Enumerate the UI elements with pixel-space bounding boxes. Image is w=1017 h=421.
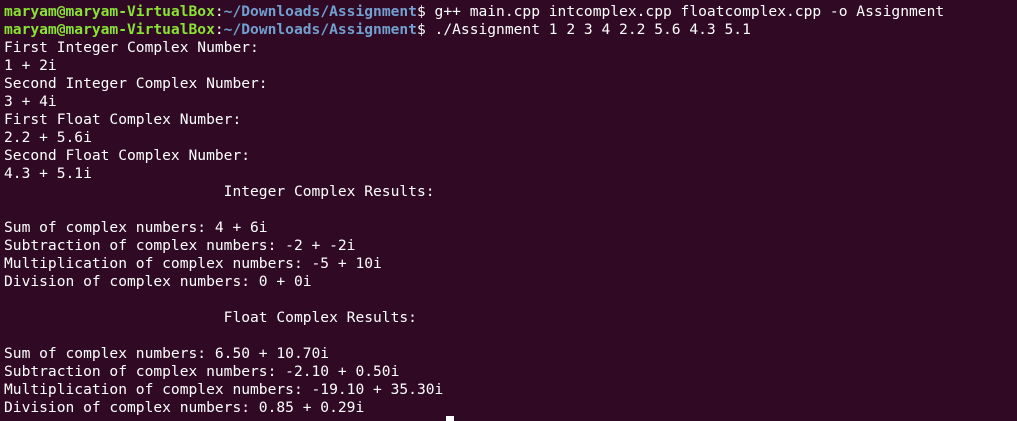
text-cursor xyxy=(446,416,454,421)
prompt-user: maryam@maryam-VirtualBox xyxy=(4,3,215,20)
output-line: 4.3 + 5.1i xyxy=(4,165,92,182)
output-line: Division of complex numbers: 0 + 0i xyxy=(4,273,312,290)
output-heading: Float Complex Results: xyxy=(4,309,417,326)
prompt-path: ~/Downloads/Assignment xyxy=(223,21,417,38)
prompt-separator: : xyxy=(214,21,224,38)
output-line: Subtraction of complex numbers: -2 + -2i xyxy=(4,237,356,254)
command-text: ./Assignment 1 2 3 4 2.2 5.6 4.3 5.1 xyxy=(434,21,751,38)
prompt-user: maryam@maryam-VirtualBox xyxy=(4,21,215,38)
prompt-line-2: maryam@maryam-VirtualBox:~/Downloads/Ass… xyxy=(4,21,1017,39)
prompt-line-1: maryam@maryam-VirtualBox:~/Downloads/Ass… xyxy=(4,3,1017,21)
output-line: First Float Complex Number: xyxy=(4,111,242,128)
output-line: Second Float Complex Number: xyxy=(4,147,251,164)
output-line: Sum of complex numbers: 6.50 + 10.70i xyxy=(4,345,330,362)
terminal-window[interactable]: maryam@maryam-VirtualBox:~/Downloads/Ass… xyxy=(0,0,1017,421)
prompt-path: ~/Downloads/Assignment xyxy=(223,3,417,20)
command-text: g++ main.cpp intcomplex.cpp floatcomplex… xyxy=(434,3,945,20)
output-line: Second Integer Complex Number: xyxy=(4,75,268,92)
output-line: Multiplication of complex numbers: -5 + … xyxy=(4,255,382,272)
output-line: 2.2 + 5.6i xyxy=(4,129,92,146)
output-line: 1 + 2i xyxy=(4,57,57,74)
output-line: Multiplication of complex numbers: -19.1… xyxy=(4,381,444,398)
prompt-separator: : xyxy=(214,3,224,20)
prompt-suffix: $ xyxy=(416,21,435,38)
output-line: Sum of complex numbers: 4 + 6i xyxy=(4,219,268,236)
output-line: First Integer Complex Number: xyxy=(4,39,259,56)
output-line: Subtraction of complex numbers: -2.10 + … xyxy=(4,363,400,380)
output-line: Division of complex numbers: 0.85 + 0.29… xyxy=(4,399,365,416)
prompt-suffix: $ xyxy=(416,3,435,20)
output-heading: Integer Complex Results: xyxy=(4,183,435,200)
output-line: 3 + 4i xyxy=(4,93,57,110)
